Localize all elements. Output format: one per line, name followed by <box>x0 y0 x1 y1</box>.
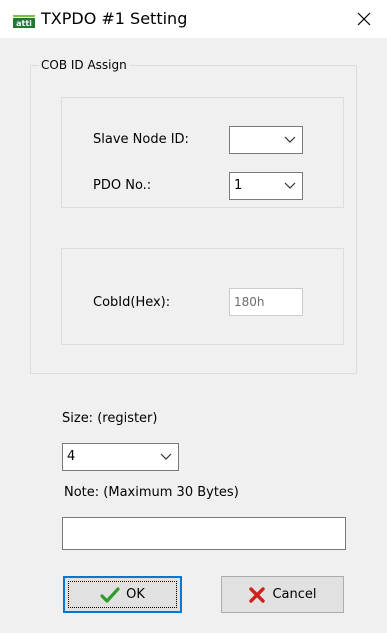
chevron-down-icon <box>284 136 296 143</box>
svg-text:atti: atti <box>16 19 32 28</box>
focus-rectangle <box>68 581 177 608</box>
cancel-button[interactable]: Cancel <box>221 576 344 613</box>
pdo-no-select[interactable]: 1 <box>229 172 303 200</box>
close-button[interactable] <box>341 0 387 38</box>
slave-node-select[interactable] <box>229 126 303 154</box>
close-icon <box>357 12 371 26</box>
title-bar: atti TXPDO #1 Setting <box>0 0 387 38</box>
size-value: 4 <box>67 449 76 464</box>
cobid-value: 180h <box>234 295 265 309</box>
window-title: TXPDO #1 Setting <box>41 9 188 28</box>
note-label: Note: (Maximum 30 Bytes) <box>64 485 239 500</box>
cob-id-group-label: COB ID Assign <box>39 58 130 72</box>
cobid-field: 180h <box>229 288 303 316</box>
size-label: Size: (register) <box>62 411 158 426</box>
ok-button[interactable]: OK <box>63 576 182 613</box>
pdo-no-label: PDO No.: <box>93 178 152 193</box>
note-input[interactable] <box>62 517 346 550</box>
pdo-no-value: 1 <box>234 178 243 193</box>
size-select[interactable]: 4 <box>62 443 179 471</box>
slave-node-label: Slave Node ID: <box>93 132 189 147</box>
cobid-label: CobId(Hex): <box>93 295 171 310</box>
cancel-label: Cancel <box>272 587 317 602</box>
app-logo-icon: atti <box>13 15 35 28</box>
cancel-x-icon <box>249 586 266 603</box>
dialog-window: atti TXPDO #1 Setting COB ID Assign Slav… <box>0 0 387 633</box>
chevron-down-icon <box>284 182 296 189</box>
chevron-down-icon <box>160 453 172 460</box>
